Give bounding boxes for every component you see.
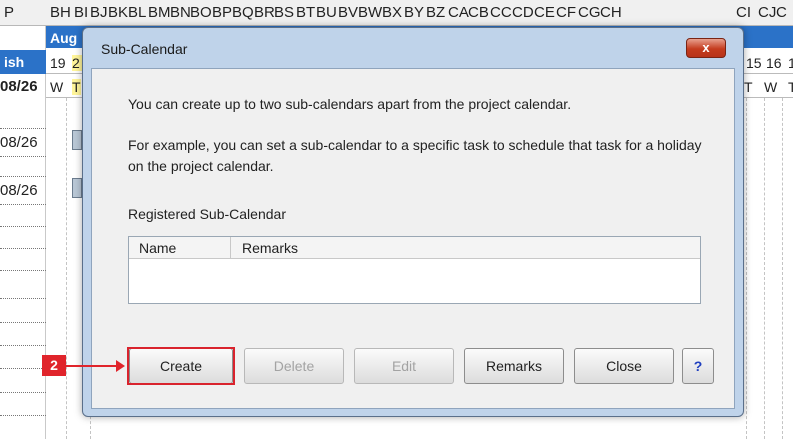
gantt-bar[interactable] <box>72 130 82 150</box>
registered-sub-calendar-label: Registered Sub-Calendar <box>128 206 286 222</box>
arrow-right-icon <box>116 360 125 372</box>
column-letter[interactable]: BU <box>316 4 337 21</box>
column-letter[interactable]: BX <box>382 4 402 21</box>
dialog-body: You can create up to two sub-calendars a… <box>91 68 735 409</box>
row-divider <box>0 415 46 416</box>
column-letter[interactable]: BQ <box>232 4 254 21</box>
column-letter[interactable]: P <box>4 4 14 21</box>
task-finish-date: 08/26 <box>0 134 38 151</box>
day-number: 16 <box>766 55 782 71</box>
column-letter[interactable]: BN <box>170 4 191 21</box>
delete-button[interactable]: Delete <box>244 348 344 384</box>
column-letter[interactable]: CD <box>512 4 534 21</box>
day-number: 19 <box>50 55 66 71</box>
row-divider <box>0 298 46 299</box>
dialog-title: Sub-Calendar <box>101 41 188 57</box>
grid-line <box>746 98 747 439</box>
grid-line <box>764 98 765 439</box>
task-finish-date: 08/26 <box>0 182 38 199</box>
column-letter[interactable]: CG <box>578 4 601 21</box>
create-button[interactable]: Create <box>129 348 233 384</box>
remarks-button[interactable]: Remarks <box>464 348 564 384</box>
example-message: For example, you can set a sub-calendar … <box>128 137 702 174</box>
column-letter[interactable]: CF <box>556 4 576 21</box>
column-letter[interactable]: CJ <box>758 4 776 21</box>
column-letter[interactable]: BW <box>358 4 382 21</box>
day-number: 15 <box>746 55 762 71</box>
grid-line <box>66 98 67 439</box>
column-letter[interactable]: BM <box>148 4 171 21</box>
close-button[interactable]: Close <box>574 348 674 384</box>
row-divider <box>0 156 46 157</box>
row-divider <box>0 270 46 271</box>
column-letter[interactable]: BK <box>108 4 128 21</box>
column-letter[interactable]: BS <box>274 4 294 21</box>
column-letter[interactable]: BI <box>74 4 88 21</box>
row-divider <box>0 204 46 205</box>
finish-date-header: 08/26 <box>0 78 38 95</box>
column-letter[interactable]: BT <box>296 4 315 21</box>
column-letter[interactable]: BL <box>128 4 146 21</box>
table-header: Name Remarks <box>129 237 700 259</box>
column-letter[interactable]: C <box>776 4 787 21</box>
weekday-letter: W <box>764 79 778 95</box>
column-letter[interactable]: BV <box>338 4 358 21</box>
month-label: Aug <box>50 30 78 46</box>
column-letter[interactable]: BR <box>254 4 275 21</box>
column-letter[interactable]: BO <box>190 4 212 21</box>
grid-line <box>782 98 783 439</box>
weekday-letter: T <box>72 79 81 95</box>
column-header-row: P BH BI BJ BK BL BM BN BO BP BQ BR BS BT… <box>0 0 793 26</box>
column-letter[interactable]: CE <box>534 4 555 21</box>
sub-calendar-table[interactable]: Name Remarks <box>128 236 701 304</box>
weekday-letter: T <box>744 79 753 95</box>
column-header-name[interactable]: Name <box>139 240 176 256</box>
gantt-bar[interactable] <box>72 178 82 198</box>
row-divider <box>0 128 46 129</box>
column-letter[interactable]: BP <box>212 4 232 21</box>
callout-line <box>66 365 122 367</box>
row-divider <box>0 345 46 346</box>
column-letter[interactable]: BZ <box>426 4 445 21</box>
column-letter[interactable]: CB <box>468 4 489 21</box>
row-divider <box>0 226 46 227</box>
column-header-remarks[interactable]: Remarks <box>242 240 298 256</box>
help-icon[interactable]: ? <box>682 348 714 384</box>
column-letter[interactable]: CI <box>736 4 751 21</box>
row-divider <box>0 322 46 323</box>
column-letter[interactable]: CA <box>448 4 469 21</box>
column-letter[interactable]: BH <box>50 4 71 21</box>
column-letter[interactable]: CC <box>490 4 512 21</box>
row-divider <box>0 368 46 369</box>
column-letter[interactable]: BJ <box>90 4 108 21</box>
row-divider <box>0 176 46 177</box>
column-letter[interactable]: BY <box>404 4 424 21</box>
weekday-letter: W <box>50 79 64 95</box>
day-number: 1 <box>788 55 793 71</box>
sub-calendar-dialog: Sub-Calendar x You can create up to two … <box>82 27 744 417</box>
column-divider[interactable] <box>230 237 231 259</box>
day-number: 2 <box>72 55 82 71</box>
row-divider <box>0 392 46 393</box>
left-header-label: ish <box>0 50 46 74</box>
weekday-letter: T <box>788 79 793 95</box>
edit-button[interactable]: Edit <box>354 348 454 384</box>
info-message: You can create up to two sub-calendars a… <box>128 96 572 112</box>
row-divider <box>0 248 46 249</box>
step-number-badge: 2 <box>42 355 66 376</box>
close-icon[interactable]: x <box>686 38 726 58</box>
column-letter[interactable]: CH <box>600 4 622 21</box>
